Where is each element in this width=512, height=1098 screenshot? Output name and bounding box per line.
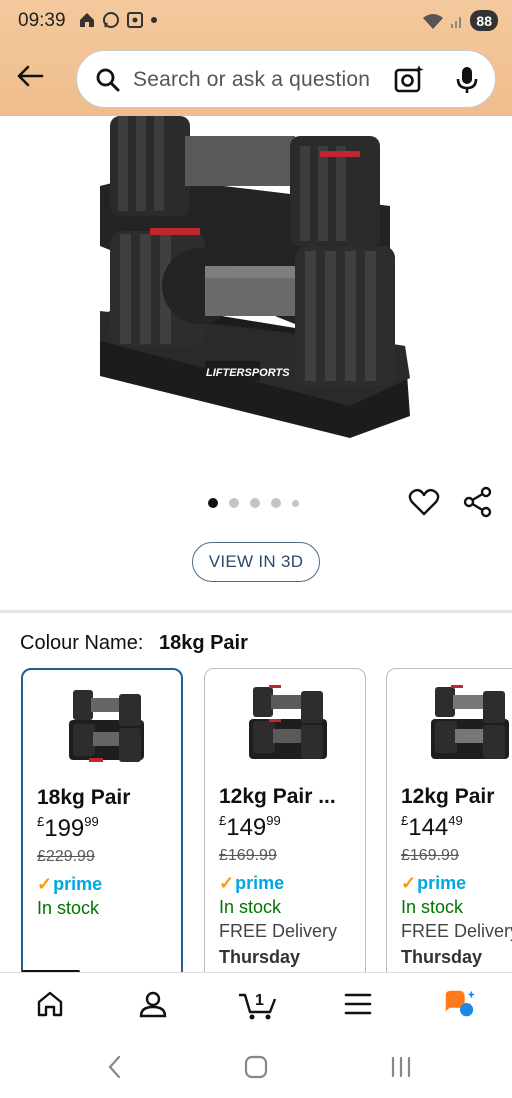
dot-icon [151,17,157,23]
variant-name: 12kg Pair [401,785,495,808]
variant-name: 12kg Pair ... [219,785,336,808]
carousel-dots[interactable] [208,498,299,508]
wishlist-button[interactable] [408,486,440,518]
price-fraction: 99 [84,814,99,829]
prime-label: prime [235,873,285,893]
variant-thumbnail [69,690,144,762]
prime-label: prime [417,873,467,893]
variant-card-18kg-pair[interactable]: 18kg Pair £19999 £229.99 ✓prime In stock [21,668,183,972]
status-icons-right: 88 [422,10,498,31]
variant-carousel[interactable]: 18kg Pair £19999 £229.99 ✓prime In stock… [0,666,512,972]
battery-icon: 88 [470,10,498,31]
stock-status: In stock [37,898,100,918]
nav-rufus[interactable] [442,987,476,1021]
carousel-dot[interactable] [229,498,239,508]
home-icon [37,991,63,1017]
price-whole: 144 [408,814,449,841]
prime-badge: ✓prime [219,873,284,894]
account-icon [139,991,167,1018]
delivery-text: FREE Delivery [219,921,338,941]
prime-label: prime [53,874,103,894]
status-bar: 09:39 88 [0,0,512,44]
price-fraction: 49 [448,813,463,828]
product-image: LIFTERSPORTS [100,116,410,438]
heart-icon [408,488,440,516]
nav-home[interactable] [33,987,67,1021]
whatsapp-icon [103,12,119,28]
system-recents-button[interactable] [386,1052,416,1082]
back-button[interactable] [14,60,46,92]
square-icon [244,1055,268,1079]
carousel-dot[interactable] [250,498,260,508]
system-home-button[interactable] [241,1052,271,1082]
prime-check-icon: ✓ [37,874,53,894]
cart-count: 1 [255,992,264,1009]
signal-icon [451,16,462,28]
arrow-left-icon [17,65,44,87]
carousel-dot[interactable] [208,498,218,508]
list-price: £229.99 [37,848,95,865]
amazon-product-page: 09:39 88 Search or ask a question LIFTER… [0,0,512,1098]
rufus-icon [445,990,476,1017]
delivery-text: FREE Delivery [401,921,512,941]
status-icons-left [78,11,158,29]
search-input[interactable]: Search or ask a question [133,68,370,92]
section-divider [0,610,512,613]
status-time: 09:39 [18,10,66,31]
prime-check-icon: ✓ [219,873,235,893]
microphone-icon[interactable] [455,65,479,95]
variant-card-12kg-pair-1[interactable]: 12kg Pair ... £14999 £169.99 ✓prime In s… [204,668,366,972]
prime-badge: ✓prime [401,873,466,894]
camera-search-icon[interactable] [393,63,425,95]
stock-status: In stock [401,897,464,917]
price-whole: 149 [226,814,267,841]
system-nav-bar [0,1034,512,1098]
price-whole: 199 [44,815,85,842]
header: 09:39 88 Search or ask a question [0,0,512,116]
recents-icon [391,1056,411,1078]
variant-thumbnail [249,685,327,759]
colour-name-label: Colour Name: [20,632,144,654]
prime-check-icon: ✓ [401,873,417,893]
product-image-carousel[interactable]: LIFTERSPORTS [0,116,512,466]
search-icon [96,68,120,92]
variant-price: £19999 [37,814,99,843]
bottom-nav: 1 [0,972,512,1034]
variant-thumbnail [431,685,509,759]
variant-price: £14999 [219,813,281,842]
price-fraction: 99 [266,813,281,828]
colour-name-row: Colour Name: 18kg Pair [20,632,248,655]
cart-icon: 1 [239,992,277,1020]
delivery-day: Thursday [401,947,483,967]
nav-menu[interactable] [341,987,375,1021]
list-price: £169.99 [401,847,459,864]
carousel-dot[interactable] [271,498,281,508]
chevron-left-icon [108,1055,121,1079]
screenshot-icon [127,12,143,28]
share-button[interactable] [462,486,494,518]
nav-cart[interactable]: 1 [238,987,278,1021]
menu-icon [344,993,372,1015]
prime-badge: ✓prime [37,874,102,895]
search-bar[interactable]: Search or ask a question [76,50,496,108]
nav-account[interactable] [136,987,170,1021]
list-price: £169.99 [219,847,277,864]
variant-price: £14449 [401,813,463,842]
share-icon [463,486,492,518]
variant-card-12kg-pair-2[interactable]: 12kg Pair £14449 £169.99 ✓prime In stock… [386,668,512,972]
view-in-3d-button[interactable]: VIEW IN 3D [192,542,320,582]
home-icon [80,13,94,27]
brand-logo: LIFTERSPORTS [206,367,290,379]
stock-status: In stock [219,897,282,917]
system-back-button[interactable] [100,1052,130,1082]
variant-name: 18kg Pair [37,786,131,809]
delivery-day: Thursday [219,947,301,967]
wifi-icon [423,13,444,29]
carousel-dot[interactable] [292,499,299,507]
colour-name-value: 18kg Pair [158,632,248,654]
